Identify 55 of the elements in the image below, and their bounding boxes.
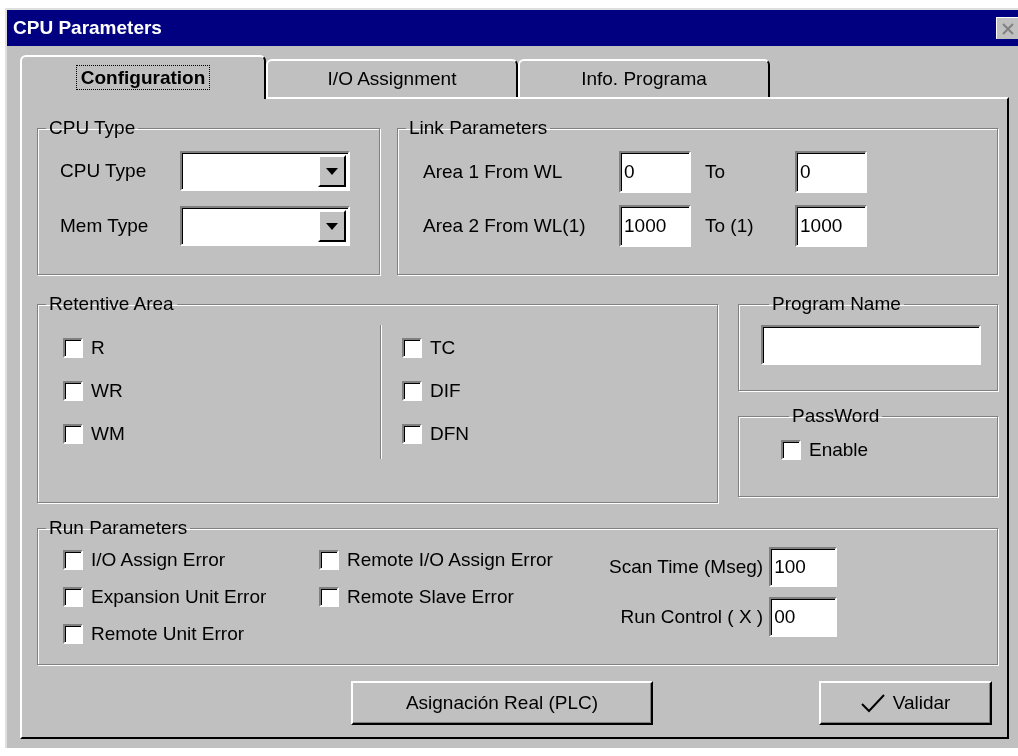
input-field[interactable]: 1000 bbox=[619, 205, 691, 247]
checkbox[interactable] bbox=[402, 381, 422, 401]
checkbox[interactable] bbox=[63, 586, 83, 607]
group-title: Link Parameters bbox=[408, 117, 549, 139]
close-icon[interactable] bbox=[996, 17, 1018, 39]
tab[interactable]: Info. Programa bbox=[518, 59, 770, 97]
group-title: PassWord bbox=[791, 405, 881, 427]
checkbox[interactable] bbox=[319, 586, 339, 607]
field-label: Mem Type bbox=[60, 215, 150, 237]
checkbox-label: Enable bbox=[809, 439, 869, 461]
validate-button[interactable]: Validar bbox=[819, 681, 992, 725]
dropdown-field[interactable] bbox=[180, 151, 350, 191]
checkbox[interactable] bbox=[781, 440, 801, 460]
checkbox-label: WM bbox=[91, 423, 125, 445]
checkbox[interactable] bbox=[63, 549, 83, 570]
checkbox-label: WR bbox=[91, 380, 123, 402]
input-field[interactable]: 1000 bbox=[795, 205, 867, 247]
checkbox-label: R bbox=[91, 337, 105, 359]
field-label: Run Control ( X ) bbox=[620, 606, 764, 628]
checkbox[interactable] bbox=[402, 338, 422, 358]
checkbox[interactable] bbox=[402, 424, 422, 444]
checkbox-label: TC bbox=[430, 337, 456, 359]
checkbox[interactable] bbox=[63, 381, 83, 401]
group-title: Program Name bbox=[771, 293, 902, 315]
input-field[interactable]: 0 bbox=[795, 151, 867, 193]
checkbox-label: DFN bbox=[430, 423, 470, 445]
input-field[interactable] bbox=[761, 325, 981, 365]
field-label: To (1) bbox=[704, 215, 755, 237]
input-field[interactable]: 100 bbox=[769, 547, 838, 587]
field-label: To bbox=[704, 161, 727, 183]
tab[interactable]: I/O Assignment bbox=[266, 59, 518, 97]
checkbox[interactable] bbox=[63, 623, 83, 644]
group-title: CPU Type bbox=[48, 117, 137, 139]
input-field[interactable]: 0 bbox=[619, 151, 691, 193]
field-label: Area 2 From WL(1) bbox=[423, 215, 587, 237]
checkbox[interactable] bbox=[63, 424, 83, 444]
tab[interactable]: Configuration bbox=[20, 55, 266, 99]
field-label: Area 1 From WL bbox=[423, 161, 564, 183]
checkmark-icon bbox=[860, 693, 885, 713]
group-title: Run Parameters bbox=[48, 517, 189, 539]
action-button[interactable]: Asignación Real (PLC) bbox=[351, 681, 653, 725]
group-title: Retentive Area bbox=[48, 293, 175, 315]
checkbox-label: Expansion Unit Error bbox=[91, 585, 267, 608]
checkbox[interactable] bbox=[63, 338, 83, 358]
checkbox-label: DIF bbox=[430, 380, 461, 402]
checkbox-label: I/O Assign Error bbox=[91, 548, 226, 571]
checkbox-label: Remote Unit Error bbox=[91, 622, 245, 645]
checkbox[interactable] bbox=[319, 549, 339, 570]
window-title: CPU Parameters bbox=[13, 17, 162, 39]
field-label: CPU Type bbox=[60, 160, 148, 182]
input-field[interactable]: 00 bbox=[769, 597, 838, 637]
checkbox-label: Remote I/O Assign Error bbox=[347, 548, 553, 571]
checkbox-label: Remote Slave Error bbox=[347, 585, 514, 608]
dropdown-field[interactable] bbox=[180, 206, 350, 246]
field-label: Scan Time (Mseg) bbox=[609, 556, 764, 578]
